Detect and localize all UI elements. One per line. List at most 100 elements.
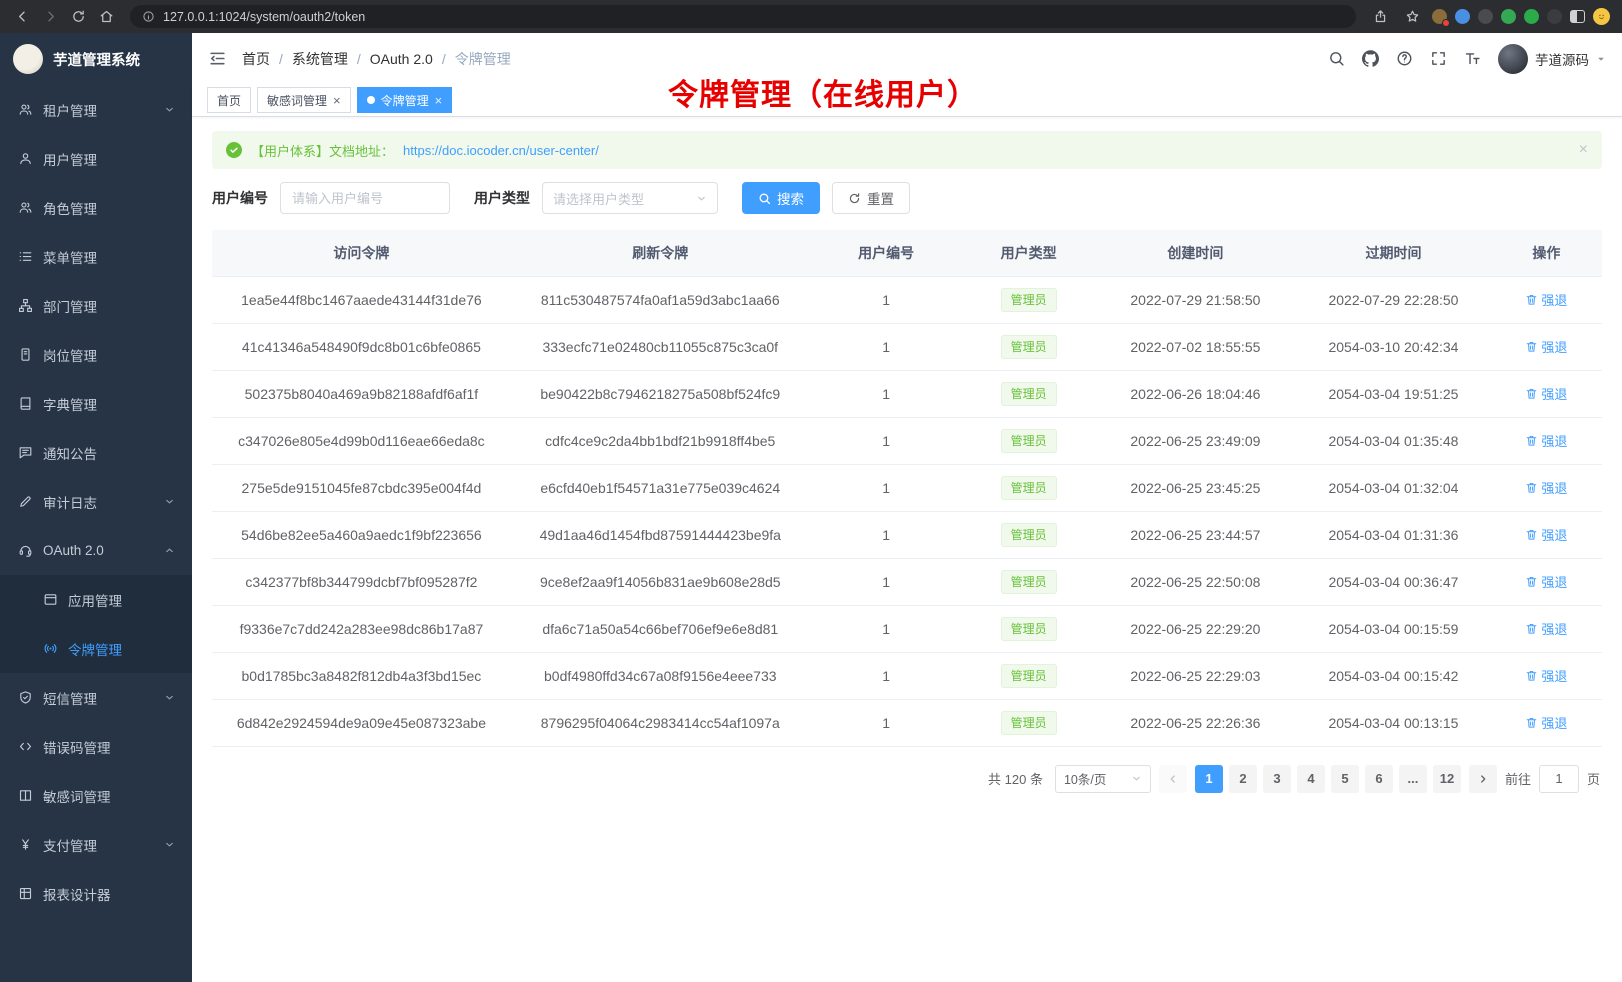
user-type-label: 用户类型 (474, 188, 530, 208)
user-menu[interactable]: 芋道源码 (1498, 44, 1606, 74)
chevron-down-icon (164, 839, 175, 850)
sidebar-collapse-icon[interactable] (208, 49, 227, 68)
force-logout-button[interactable]: 强退 (1525, 478, 1567, 497)
sidebar-item-app[interactable]: 应用管理 (0, 575, 192, 624)
people-icon (17, 200, 33, 215)
column-header: 访问令牌 (212, 230, 511, 276)
breadcrumb-item[interactable]: 首页 (242, 49, 270, 69)
refresh-token-cell: 811c530487574fa0af1a59d3abc1aa66 (511, 276, 810, 323)
extension-green-circle-icon[interactable] (1501, 9, 1516, 24)
tab-sensitive-word[interactable]: 敏感词管理× (257, 87, 351, 113)
created-at-cell: 2022-07-29 21:58:50 (1095, 276, 1297, 323)
extension-dark-icon[interactable] (1478, 9, 1493, 24)
force-logout-button[interactable]: 强退 (1525, 572, 1567, 591)
url-bar[interactable]: 127.0.0.1:1024/system/oauth2/token (130, 5, 1356, 28)
refresh-token-cell: cdfc4ce9c2da4bb1bdf21b9918ff4be5 (511, 417, 810, 464)
github-icon[interactable] (1362, 50, 1379, 67)
sidebar-item-oauth2[interactable]: OAuth 2.0 (0, 526, 192, 575)
force-logout-button[interactable]: 强退 (1525, 384, 1567, 403)
sidebar-item-errcode[interactable]: 错误码管理 (0, 722, 192, 771)
force-logout-button[interactable]: 强退 (1525, 431, 1567, 450)
sidebar-item-audit[interactable]: 审计日志 (0, 477, 192, 526)
page-button-1[interactable]: 1 (1195, 765, 1223, 793)
extension-blue-icon[interactable] (1455, 9, 1470, 24)
force-logout-button[interactable]: 强退 (1525, 525, 1567, 544)
site-info-icon[interactable] (140, 9, 156, 25)
page-button-4[interactable]: 4 (1297, 765, 1325, 793)
page-button-3[interactable]: 3 (1263, 765, 1291, 793)
page-button-12[interactable]: 12 (1433, 765, 1461, 793)
sidebar-item-report[interactable]: 报表设计器 (0, 869, 192, 918)
bookmark-star-icon[interactable] (1400, 5, 1424, 29)
force-logout-button[interactable]: 强退 (1525, 619, 1567, 638)
next-page-button[interactable] (1469, 765, 1497, 793)
page-more-button[interactable]: ... (1399, 765, 1427, 793)
sidebar-item-pay[interactable]: 支付管理 (0, 820, 192, 869)
user-type-tag: 管理员 (1001, 382, 1057, 406)
close-icon[interactable]: × (435, 94, 443, 107)
sidebar-item-dict[interactable]: 字典管理 (0, 379, 192, 428)
force-logout-button[interactable]: 强退 (1525, 337, 1567, 356)
profile-smiley-icon[interactable] (1593, 8, 1610, 25)
breadcrumb-item[interactable]: OAuth 2.0 (370, 51, 433, 67)
font-size-icon[interactable] (1464, 50, 1481, 67)
sidebar-item-sensitive[interactable]: 敏感词管理 (0, 771, 192, 820)
force-logout-button[interactable]: 强退 (1525, 713, 1567, 732)
table-row: 275e5de9151045fe87cbdc395e004f4de6cfd40e… (212, 464, 1602, 511)
user-icon (17, 151, 33, 166)
user-type-tag: 管理员 (1001, 617, 1057, 641)
forward-icon[interactable] (38, 5, 62, 29)
sidebar-item-sms[interactable]: 短信管理 (0, 673, 192, 722)
force-logout-button[interactable]: 强退 (1525, 290, 1567, 309)
page-size-select[interactable]: 10条/页 (1055, 765, 1151, 793)
sidebar-item-dept[interactable]: 部门管理 (0, 281, 192, 330)
back-icon[interactable] (10, 5, 34, 29)
goto-unit: 页 (1587, 769, 1600, 788)
prev-page-button[interactable] (1159, 765, 1187, 793)
share-icon[interactable] (1368, 5, 1392, 29)
page-button-2[interactable]: 2 (1229, 765, 1257, 793)
force-logout-button[interactable]: 强退 (1525, 666, 1567, 685)
sidebar: 芋道管理系统 租户管理用户管理角色管理菜单管理部门管理岗位管理字典管理通知公告审… (0, 33, 192, 982)
page-button-6[interactable]: 6 (1365, 765, 1393, 793)
doc-link[interactable]: https://doc.iocoder.cn/user-center/ (403, 143, 599, 158)
sidebar-item-post[interactable]: 岗位管理 (0, 330, 192, 379)
chevron-down-icon (1131, 773, 1142, 784)
sidebar-item-notice[interactable]: 通知公告 (0, 428, 192, 477)
breadcrumb-item[interactable]: 系统管理 (292, 49, 348, 69)
column-header: 用户类型 (963, 230, 1095, 276)
tab-token[interactable]: 令牌管理× (357, 87, 453, 113)
sidebar-item-role[interactable]: 角色管理 (0, 183, 192, 232)
search-button[interactable]: 搜索 (742, 182, 820, 214)
code-icon (17, 739, 33, 754)
fullscreen-icon[interactable] (1430, 50, 1447, 67)
shield-icon (17, 690, 33, 705)
refresh-token-cell: 49d1aa46d1454fbd87591444423be9fa (511, 511, 810, 558)
search-icon[interactable] (1328, 50, 1345, 67)
reset-button[interactable]: 重置 (832, 182, 910, 214)
user-type-select[interactable]: 请选择用户类型 (542, 182, 718, 214)
home-icon[interactable] (94, 5, 118, 29)
token-table: 访问令牌刷新令牌用户编号用户类型创建时间过期时间操作 1ea5e44f8bc14… (212, 230, 1602, 747)
docs-help-icon[interactable] (1396, 50, 1413, 67)
reload-icon[interactable] (66, 5, 90, 29)
sidebar-item-user[interactable]: 用户管理 (0, 134, 192, 183)
goto-page-input[interactable] (1539, 765, 1579, 793)
success-check-icon (226, 142, 242, 158)
page-button-5[interactable]: 5 (1331, 765, 1359, 793)
sidebar-split-icon[interactable] (1570, 10, 1585, 23)
extension-badged-icon[interactable] (1432, 9, 1447, 24)
close-icon[interactable]: × (1579, 142, 1588, 158)
extension-puzzle-icon[interactable] (1524, 9, 1539, 24)
expires-at-cell: 2054-03-04 01:32:04 (1296, 464, 1491, 511)
close-icon[interactable]: × (333, 94, 341, 107)
sidebar-item-tenant[interactable]: 租户管理 (0, 85, 192, 134)
sidebar-item-menu[interactable]: 菜单管理 (0, 232, 192, 281)
user-id-input[interactable] (280, 182, 450, 214)
user-avatar (1498, 44, 1528, 74)
created-at-cell: 2022-06-25 22:29:20 (1095, 605, 1297, 652)
tab-home[interactable]: 首页 (207, 87, 251, 113)
extension-gray-icon[interactable] (1547, 9, 1562, 24)
expires-at-cell: 2054-03-10 20:42:34 (1296, 323, 1491, 370)
sidebar-item-token[interactable]: 令牌管理 (0, 624, 192, 673)
